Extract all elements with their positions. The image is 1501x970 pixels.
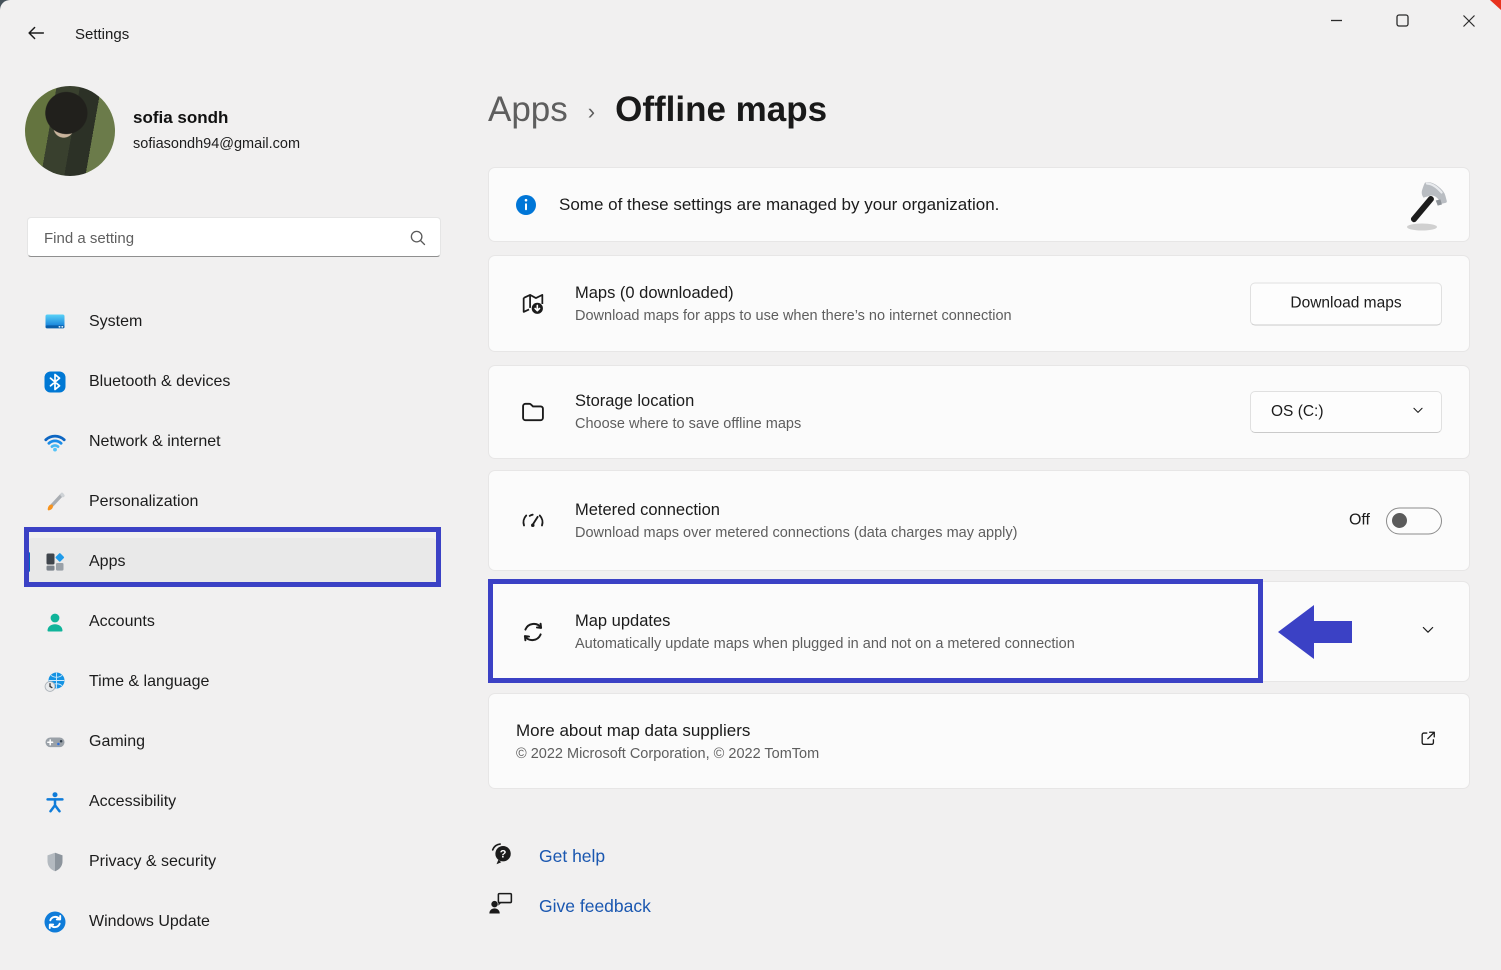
sidebar-item-personalization[interactable]: Personalization xyxy=(27,478,437,526)
storage-row: Storage location Choose where to save of… xyxy=(488,365,1470,459)
maps-title: Maps (0 downloaded) xyxy=(575,284,1012,303)
sidebar-item-label: Apps xyxy=(89,553,125,571)
sidebar-item-label: Network & internet xyxy=(89,433,221,451)
update-icon xyxy=(43,910,67,934)
toggle-state-label: Off xyxy=(1349,512,1370,530)
sidebar-item-apps[interactable]: Apps xyxy=(27,538,437,586)
org-policy-banner: Some of these settings are managed by yo… xyxy=(488,167,1470,242)
storage-location-select[interactable]: OS (C:) xyxy=(1250,391,1442,433)
back-arrow-icon xyxy=(25,22,47,49)
shield-icon xyxy=(43,850,67,874)
storage-title: Storage location xyxy=(575,392,801,411)
sidebar-item-windows-update[interactable]: Windows Update xyxy=(27,898,437,946)
metered-title: Metered connection xyxy=(575,501,1017,520)
sidebar-item-label: Gaming xyxy=(89,733,145,751)
sidebar-item-system[interactable]: System xyxy=(27,298,437,346)
sidebar-item-time-language[interactable]: Time & language xyxy=(27,658,437,706)
maximize-icon xyxy=(1396,14,1409,32)
window-title: Settings xyxy=(75,26,129,43)
search-box xyxy=(27,217,441,257)
search-icon xyxy=(407,227,428,253)
back-button[interactable] xyxy=(20,20,52,50)
sidebar-item-accessibility[interactable]: Accessibility xyxy=(27,778,437,826)
suppliers-title: More about map data suppliers xyxy=(516,721,819,741)
sidebar-item-label: Windows Update xyxy=(89,913,210,931)
folder-icon xyxy=(519,398,547,426)
maps-subtitle: Download maps for apps to use when there… xyxy=(575,308,1012,324)
brush-icon xyxy=(43,490,67,514)
expander-chevron-icon[interactable] xyxy=(1420,621,1436,642)
external-link-icon[interactable] xyxy=(1418,729,1438,754)
get-help-link[interactable]: ? Get help xyxy=(488,840,605,872)
info-icon xyxy=(515,194,537,216)
minimize-button[interactable] xyxy=(1313,6,1359,40)
maps-row: Maps (0 downloaded) Download maps for ap… xyxy=(488,255,1470,352)
download-maps-button[interactable]: Download maps xyxy=(1250,282,1442,325)
corner-artifact xyxy=(1490,0,1501,10)
sidebar-item-bluetooth[interactable]: Bluetooth & devices xyxy=(27,358,437,406)
maximize-button[interactable] xyxy=(1379,6,1425,40)
breadcrumb: Apps › Offline maps xyxy=(488,90,827,130)
apps-icon xyxy=(43,550,67,574)
storage-location-value: OS (C:) xyxy=(1271,403,1324,421)
bluetooth-icon xyxy=(43,370,67,394)
sidebar-item-accounts[interactable]: Accounts xyxy=(27,598,437,646)
map-updates-subtitle: Automatically update maps when plugged i… xyxy=(575,636,1075,652)
breadcrumb-apps[interactable]: Apps xyxy=(488,90,568,130)
system-icon xyxy=(43,310,67,334)
gauge-icon xyxy=(519,507,547,535)
minimize-icon xyxy=(1330,14,1343,32)
wifi-icon xyxy=(43,430,67,454)
storage-subtitle: Choose where to save offline maps xyxy=(575,416,801,432)
sidebar-item-label: Privacy & security xyxy=(89,853,216,871)
metered-toggle[interactable] xyxy=(1386,507,1442,534)
close-icon xyxy=(1462,14,1476,33)
map-suppliers-row[interactable]: More about map data suppliers © 2022 Mic… xyxy=(488,693,1470,789)
sidebar-item-label: Accessibility xyxy=(89,793,176,811)
person-icon xyxy=(43,610,67,634)
page-title: Offline maps xyxy=(615,90,827,130)
metered-row: Metered connection Download maps over me… xyxy=(488,470,1470,571)
search-input[interactable] xyxy=(42,218,406,258)
sync-icon xyxy=(519,618,547,646)
user-email: sofiasondh94@gmail.com xyxy=(133,136,300,152)
avatar[interactable] xyxy=(25,86,115,176)
breadcrumb-separator: › xyxy=(588,99,595,125)
toggle-knob xyxy=(1392,513,1407,528)
sidebar-item-label: Accounts xyxy=(89,613,155,631)
banner-text: Some of these settings are managed by yo… xyxy=(559,195,999,215)
map-updates-row[interactable]: Map updates Automatically update maps wh… xyxy=(488,581,1470,682)
sidebar-item-label: System xyxy=(89,313,142,331)
hammer-icon xyxy=(1399,178,1451,234)
svg-text:?: ? xyxy=(500,849,507,861)
sidebar-item-label: Time & language xyxy=(89,673,209,691)
globe-clock-icon xyxy=(43,670,67,694)
suppliers-copyright: © 2022 Microsoft Corporation, © 2022 Tom… xyxy=(516,746,819,762)
chevron-down-icon xyxy=(1411,403,1425,422)
map-download-icon xyxy=(519,290,547,318)
map-updates-title: Map updates xyxy=(575,612,1075,631)
gamepad-icon xyxy=(43,730,67,754)
metered-subtitle: Download maps over metered connections (… xyxy=(575,525,1017,541)
sidebar-item-gaming[interactable]: Gaming xyxy=(27,718,437,766)
sidebar-item-label: Bluetooth & devices xyxy=(89,373,230,391)
give-feedback-icon xyxy=(488,890,515,922)
user-name: sofia sondh xyxy=(133,108,228,128)
get-help-label: Get help xyxy=(539,846,605,867)
sidebar-item-privacy[interactable]: Privacy & security xyxy=(27,838,437,886)
get-help-icon: ? xyxy=(488,840,515,872)
close-button[interactable] xyxy=(1446,6,1492,40)
accessibility-icon xyxy=(43,790,67,814)
settings-window: Settings sofia sondh sofiasondh94@gmail.… xyxy=(0,0,1501,970)
give-feedback-label: Give feedback xyxy=(539,896,651,917)
sidebar-item-network[interactable]: Network & internet xyxy=(27,418,437,466)
give-feedback-link[interactable]: Give feedback xyxy=(488,890,651,922)
sidebar-item-label: Personalization xyxy=(89,493,198,511)
